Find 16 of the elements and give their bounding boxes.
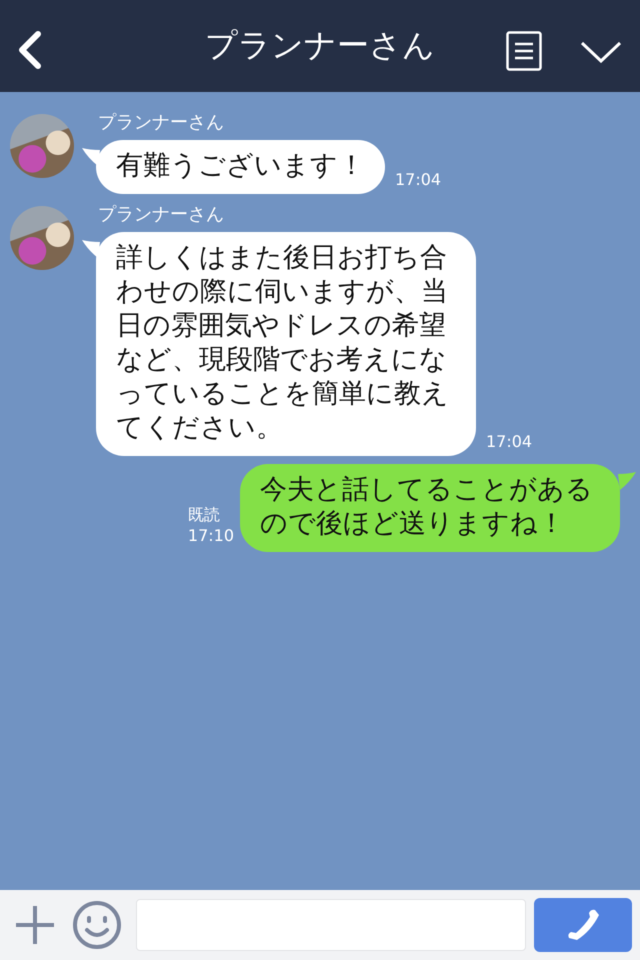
bubble-tail-icon [82, 148, 100, 166]
message-time: 17:04 [395, 170, 442, 190]
emoji-icon[interactable] [72, 900, 122, 950]
call-button[interactable] [534, 898, 632, 952]
message-time: 17:10 [188, 525, 234, 546]
message-time: 17:04 [486, 432, 532, 452]
read-receipt: 既読 [188, 504, 220, 525]
sender-name: プランナーさん [98, 203, 225, 226]
message-input-field[interactable] [136, 899, 526, 951]
chevron-down-icon[interactable] [580, 40, 622, 64]
menu-icon[interactable] [506, 31, 542, 71]
plus-icon[interactable] [14, 904, 56, 946]
sender-name: プランナーさん [98, 111, 225, 134]
bubble-tail-icon [618, 472, 636, 490]
chat-title: プランナーさん [205, 25, 435, 66]
bubble-tail-icon [82, 240, 100, 258]
